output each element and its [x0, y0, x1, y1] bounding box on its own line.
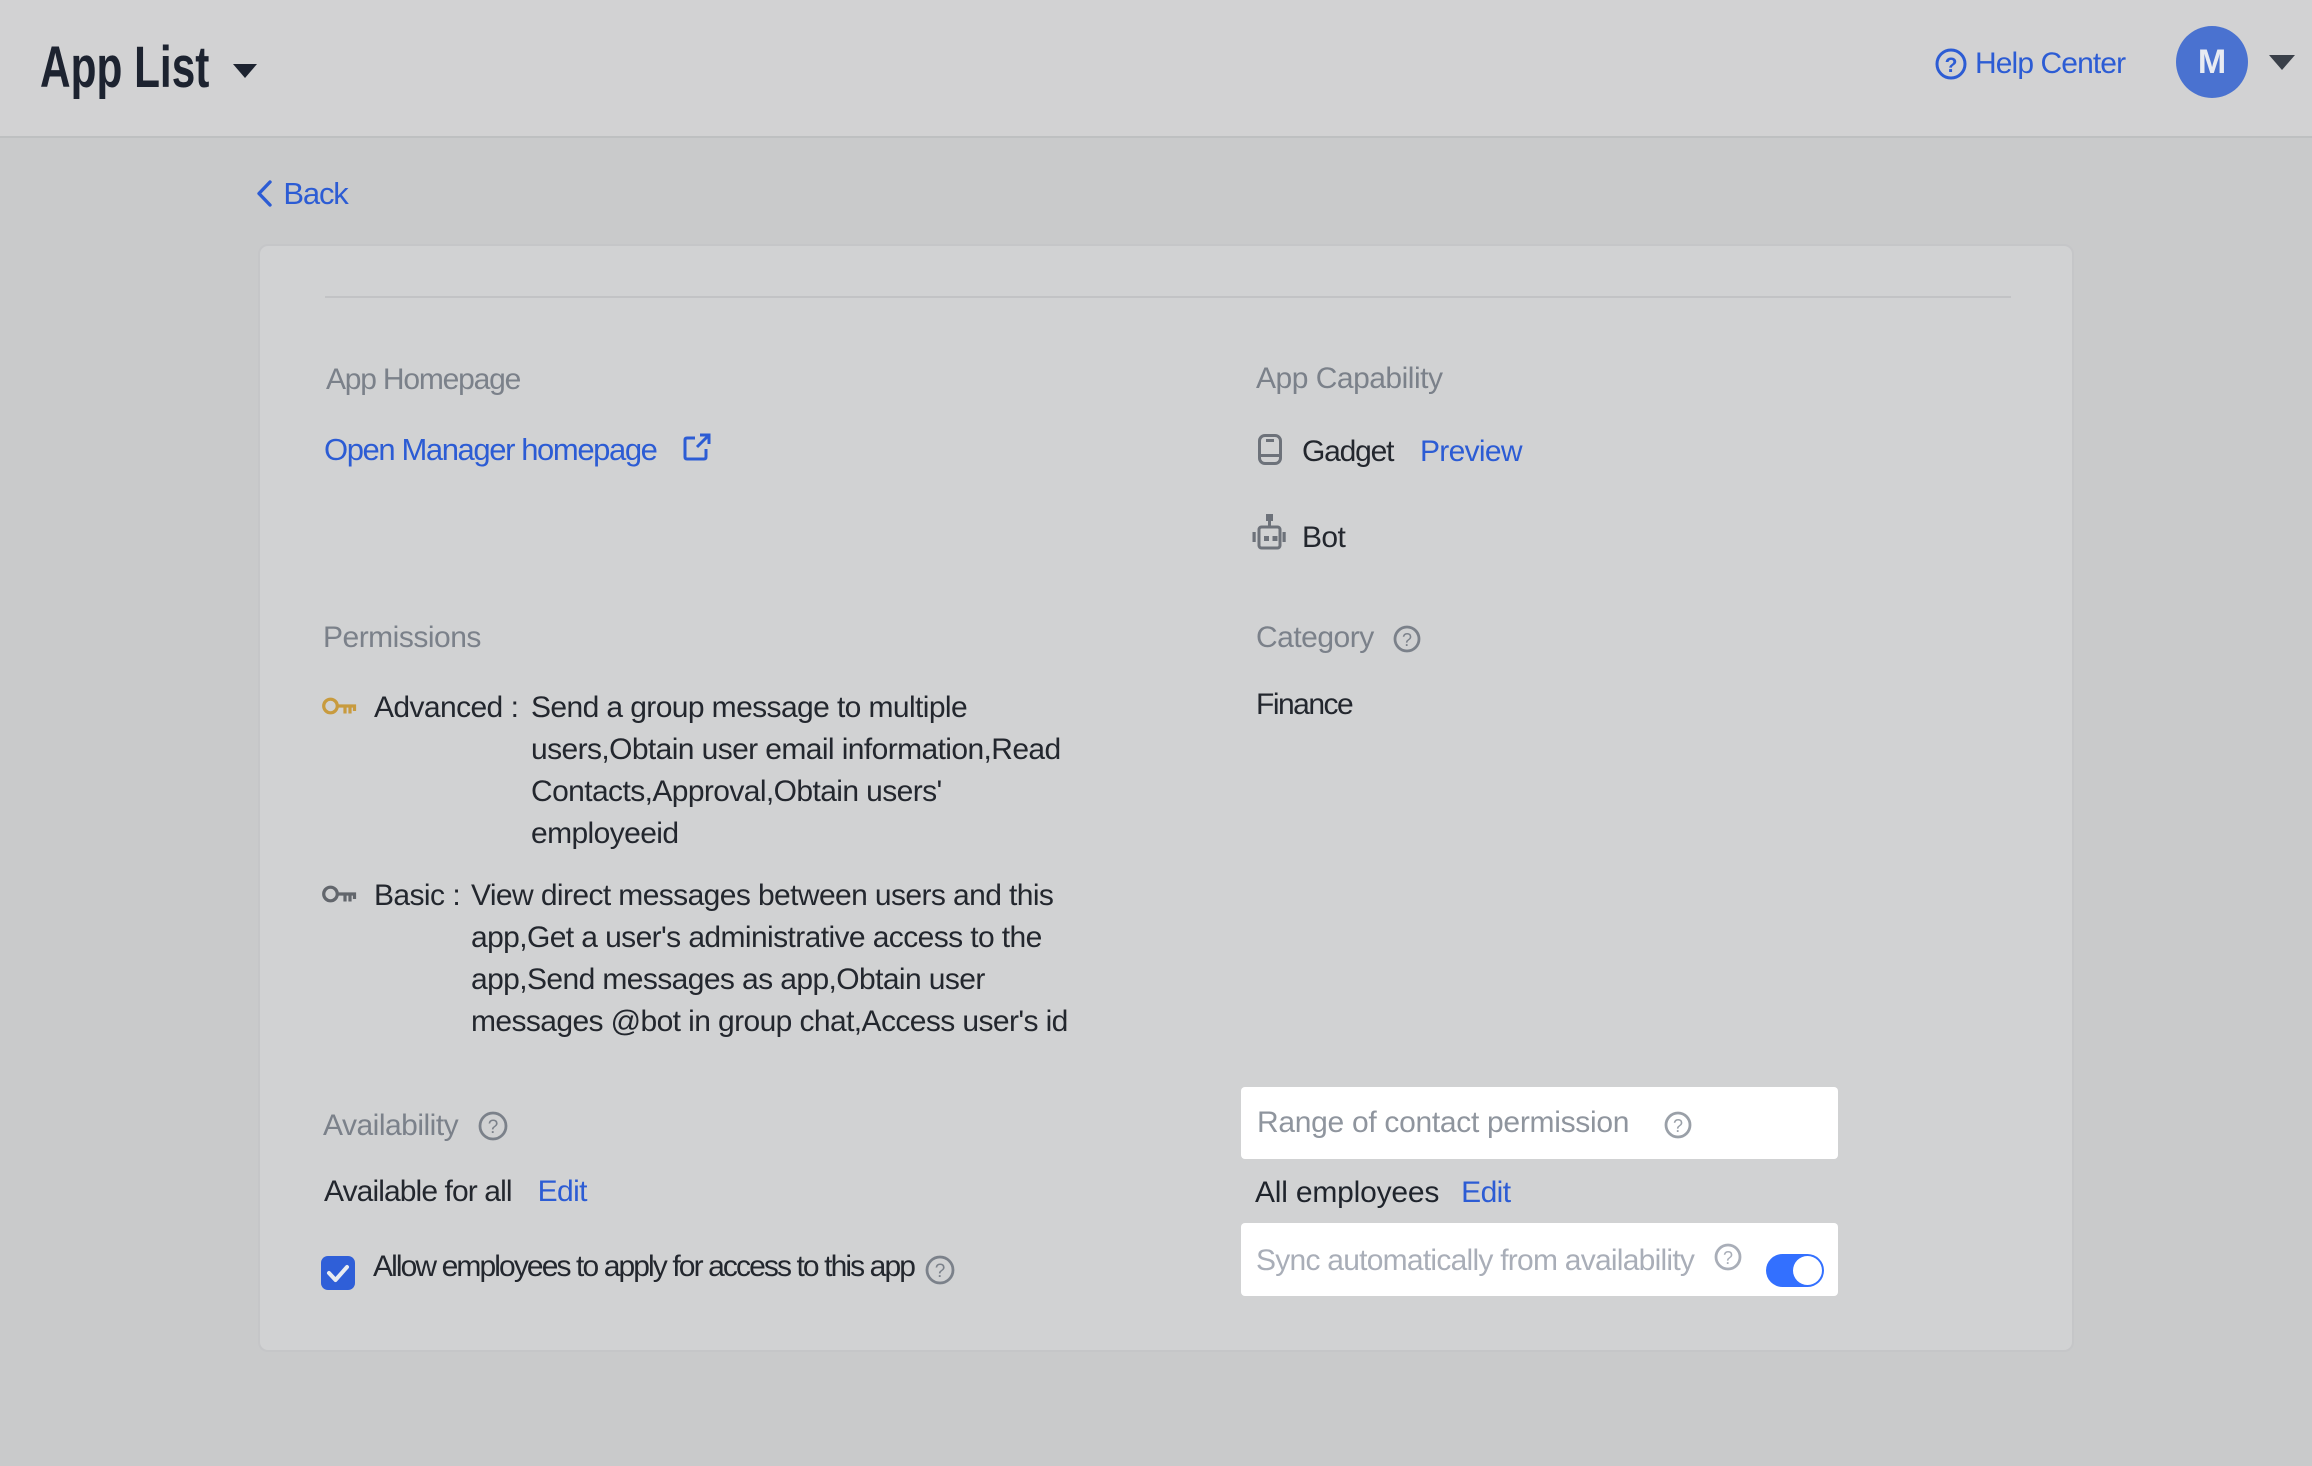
svg-text:?: ?: [488, 1117, 499, 1138]
svg-text:?: ?: [1945, 54, 1958, 77]
svg-text:?: ?: [1673, 1116, 1683, 1136]
svg-text:?: ?: [1402, 630, 1412, 650]
svg-text:?: ?: [935, 1261, 946, 1282]
svg-text:?: ?: [1723, 1248, 1733, 1268]
